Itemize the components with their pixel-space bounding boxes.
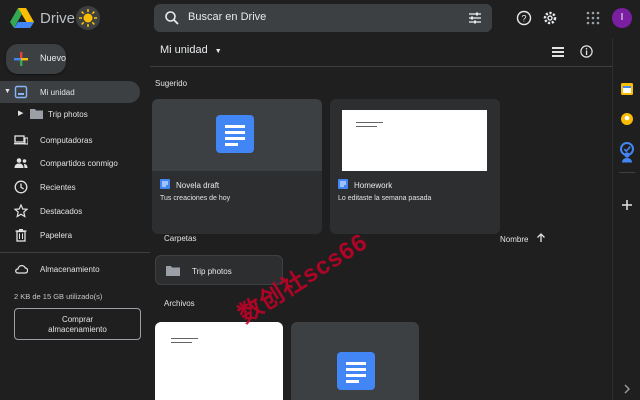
page-title[interactable]: Mi unidad ▼ (160, 44, 222, 56)
sidebar-item-trip-photos[interactable]: ▶ Trip photos (18, 104, 138, 124)
computers-icon (14, 135, 28, 145)
top-bar: Drive Buscar en Drive ? I (0, 0, 640, 38)
search-box[interactable]: Buscar en Drive (154, 4, 492, 32)
buy-storage-button[interactable]: Comprar almacenamiento (14, 308, 141, 340)
document-preview-lines: ▬▬▬▬▬▬▬▬▬ ▬▬▬▬▬▬▬ (171, 336, 198, 344)
calendar-icon[interactable] (620, 82, 634, 96)
main-panel: Mi unidad ▼ Sugerido Novela draft Tus cr… (150, 38, 612, 400)
help-icon[interactable]: ? (516, 10, 532, 26)
drive-logo-icon[interactable] (10, 8, 34, 28)
file-card[interactable] (291, 322, 419, 400)
rail-divider (619, 172, 635, 173)
sort-button[interactable]: Nombre (500, 235, 528, 244)
card-subtitle: Tus creaciones de hoy (160, 195, 231, 202)
apps-grid-icon[interactable] (586, 11, 600, 25)
sidebar-item-label: Mi unidad (40, 88, 75, 97)
document-preview: ▬▬▬▬▬▬▬▬▬ ▬▬▬▬▬▬▬ (342, 110, 487, 171)
folder-icon (166, 266, 180, 276)
folder-icon (30, 109, 43, 119)
suggested-label: Sugerido (155, 79, 188, 88)
svg-text:?: ? (521, 14, 526, 24)
suggested-card-homework[interactable]: ▬▬▬▬▬▬▬▬▬ ▬▬▬▬▬▬▬ Homework Lo editaste la… (330, 99, 500, 234)
sidebar-item-label: Papelera (40, 231, 73, 240)
card-title: Homework (354, 181, 393, 190)
buy-storage-label-line1: Comprar (61, 315, 94, 324)
theme-sun-icon[interactable] (76, 6, 100, 30)
sidebar-item-computers[interactable]: Computadoras (0, 129, 140, 151)
sidebar-item-label: Almacenamiento (40, 265, 100, 274)
card-thumbnail: ▬▬▬▬▬▬▬▬▬ ▬▬▬▬▬▬▬ (330, 99, 500, 171)
cloud-icon (15, 264, 28, 274)
sidebar-item-label: Destacados (40, 207, 83, 216)
card-title: Novela draft (176, 181, 220, 190)
page-title-text: Mi unidad (160, 44, 208, 56)
star-icon (14, 204, 28, 218)
document-preview-lines: ▬▬▬▬▬▬▬▬▬ ▬▬▬▬▬▬▬ (356, 120, 383, 128)
buy-storage-label-line2: almacenamiento (48, 325, 107, 334)
sidebar-item-trash[interactable]: Papelera (0, 224, 140, 246)
card-thumbnail (152, 99, 322, 171)
google-docs-icon (160, 179, 170, 189)
sidebar-item-label: Recientes (40, 183, 76, 192)
new-button-label: Nuevo (40, 53, 67, 63)
keep-icon[interactable] (620, 112, 634, 126)
add-addon-icon[interactable] (620, 198, 634, 212)
new-button[interactable]: Nuevo (6, 44, 66, 74)
sidebar-item-recent[interactable]: Recientes (0, 176, 140, 198)
sidebar-item-label: Computadoras (40, 136, 93, 145)
google-docs-icon (338, 179, 348, 189)
folders-label: Carpetas (164, 234, 197, 243)
account-avatar[interactable]: I (612, 8, 632, 28)
card-subtitle: Lo editaste la semana pasada (338, 195, 432, 202)
sidebar-item-storage[interactable]: Almacenamiento (0, 258, 140, 280)
header-divider (150, 66, 612, 67)
storage-usage-text: 2 KB de 15 GB utilizado(s) (14, 292, 103, 301)
plus-icon (14, 52, 28, 66)
shared-icon (14, 158, 28, 168)
arrow-up-icon[interactable] (536, 233, 546, 243)
contacts-icon[interactable] (620, 150, 634, 164)
list-view-icon[interactable] (552, 46, 564, 58)
sidebar: Nuevo ▼ Mi unidad ▶ Trip photos Computad… (0, 38, 150, 400)
google-docs-icon (337, 352, 375, 390)
side-panel-rail (612, 38, 640, 400)
sidebar-item-shared[interactable]: Compartidos conmigo (0, 152, 140, 174)
drive-brand[interactable]: Drive (40, 10, 75, 27)
files-label: Archivos (164, 299, 195, 308)
file-card[interactable]: ▬▬▬▬▬▬▬▬▬ ▬▬▬▬▬▬▬ (155, 322, 283, 400)
my-drive-icon (14, 85, 28, 99)
sidebar-item-label: Trip photos (48, 110, 88, 119)
search-input[interactable]: Buscar en Drive (188, 11, 266, 23)
search-icon[interactable] (164, 10, 180, 26)
sidebar-item-starred[interactable]: Destacados (0, 200, 140, 222)
folder-name: Trip photos (192, 267, 232, 276)
search-options-icon[interactable] (468, 11, 482, 25)
suggested-card-novela[interactable]: Novela draft Tus creaciones de hoy (152, 99, 322, 234)
info-icon[interactable] (580, 45, 593, 58)
chevron-down-icon: ▼ (214, 48, 222, 55)
clock-icon (14, 180, 28, 194)
sidebar-item-my-drive[interactable]: ▼ Mi unidad (0, 81, 140, 103)
trash-icon (15, 229, 27, 242)
expand-caret-icon[interactable]: ▶ (18, 109, 23, 117)
gear-icon[interactable] (542, 10, 558, 26)
google-docs-icon (216, 115, 254, 153)
chevron-right-icon[interactable] (620, 382, 634, 396)
expand-caret-icon[interactable]: ▼ (4, 88, 11, 95)
sidebar-item-label: Compartidos conmigo (40, 159, 118, 168)
card-meta: Novela draft Tus creaciones de hoy (152, 171, 322, 234)
sidebar-divider (0, 252, 150, 253)
